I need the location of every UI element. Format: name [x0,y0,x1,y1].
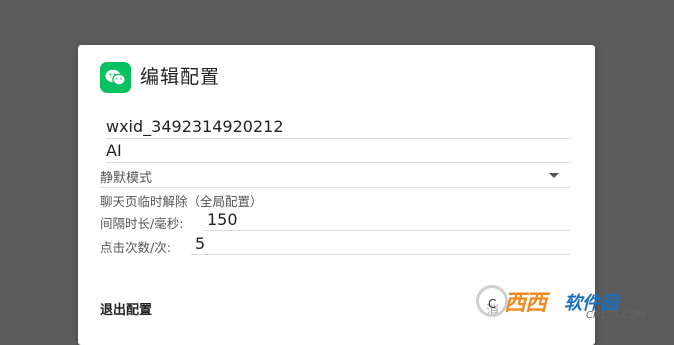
chevron-down-icon [549,173,559,178]
section-label: 聊天页临时解除（全局配置） [100,194,263,209]
clicks-row: 点击次数/次: 5 [100,233,571,255]
exit-config-button[interactable]: 退出配置 [100,299,152,318]
interval-label: 间隔时长/毫秒: [100,216,184,231]
dialog-title: 编辑配置 [140,66,221,88]
clicks-input[interactable]: 5 [191,233,571,255]
mode-select-value: 静默模式 [100,171,153,186]
mode-select[interactable]: 静默模式 [100,165,571,188]
watermark-logo: C 西西 软件园 CR173.COM [476,283,656,323]
watermark-domain: CR173.COM [586,310,646,321]
wechat-icon [100,62,131,93]
name-input[interactable]: AI [106,140,571,163]
interval-input[interactable]: 150 [203,209,571,231]
interval-row: 间隔时长/毫秒: 150 [100,209,571,231]
clicks-label: 点击次数/次: [100,240,171,255]
wxid-input[interactable]: wxid_3492314920212 [106,116,571,139]
watermark-brand: 西西 [504,291,547,316]
